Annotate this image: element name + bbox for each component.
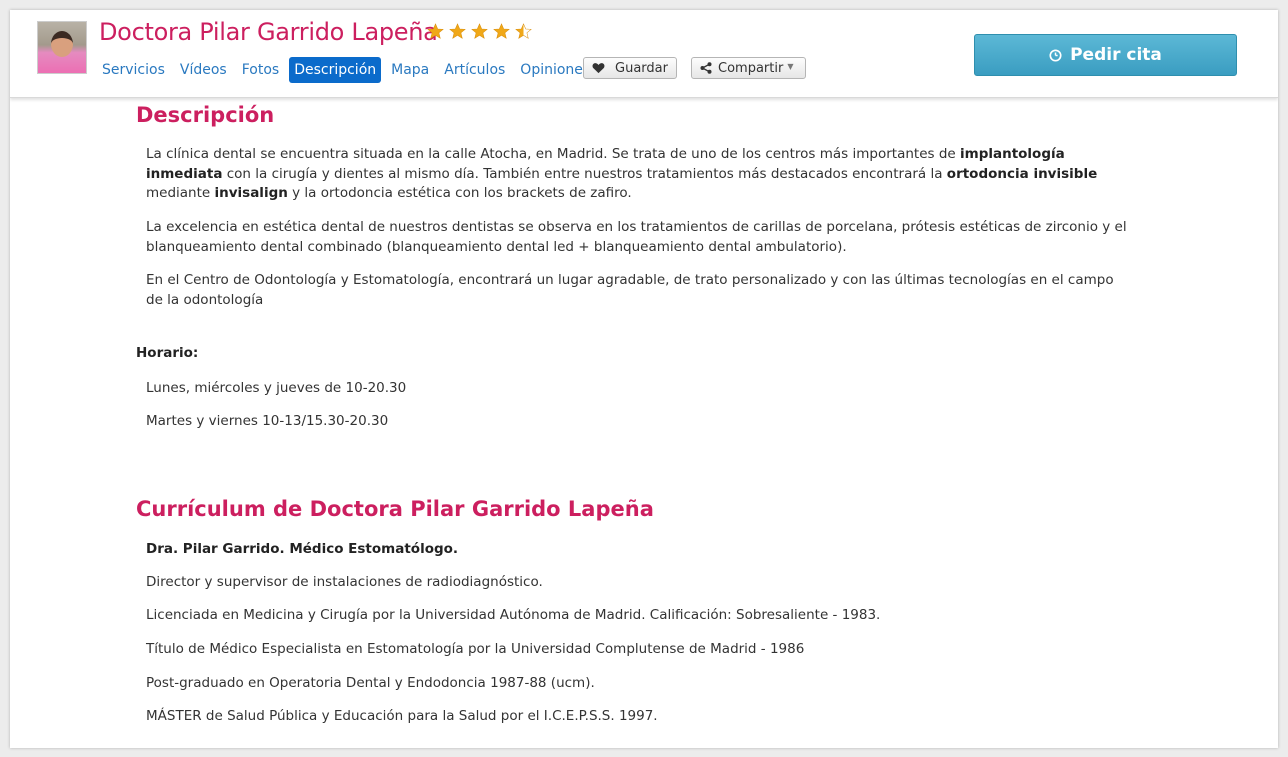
curriculum-title: Currículum de Doctora Pilar Garrido Lape… [136,497,654,521]
tab-mapa[interactable]: Mapa [386,57,434,83]
horario-line: Lunes, miércoles y jueves de 10-20.30 [146,380,407,396]
book-appointment-button[interactable]: Pedir cita [974,34,1237,76]
clock-icon [1049,48,1062,62]
horario-label: Horario: [136,345,199,361]
horario-line: Martes y viernes 10-13/15.30-20.30 [146,413,389,429]
text-segment: La clínica dental se encuentra situada e… [146,146,960,162]
star-icon [493,23,510,39]
curriculum-item: Director y supervisor de instalaciones d… [146,574,543,590]
share-label: Compartir [718,60,784,76]
tab-articulos[interactable]: Artículos [439,57,510,83]
descripcion-paragraph-3: En el Centro de Odontología y Estomatolo… [146,272,1114,308]
descripcion-title: Descripción [136,103,275,127]
star-half-icon [515,23,532,39]
curriculum-item: MÁSTER de Salud Pública y Educación para… [146,708,658,724]
star-icon [449,23,466,39]
profile-page: Doctora Pilar Garrido Lapeña Servicios V… [10,10,1278,748]
text-segment: mediante [146,185,215,201]
save-button[interactable]: Guardar [583,57,677,79]
curriculum-item: Post-graduado en Operatoria Dental y End… [146,675,595,691]
tab-descripcion[interactable]: Descripción [289,57,382,83]
tab-servicios[interactable]: Servicios [97,57,170,83]
text-segment: con la cirugía y dientes al mismo día. T… [222,165,947,182]
chevron-down-icon: ▼ [787,61,794,71]
profile-header: Doctora Pilar Garrido Lapeña Servicios V… [10,10,1278,98]
text-segment: y la ortodoncia estética con los bracket… [287,185,632,201]
profile-nav: Servicios Vídeos Fotos Descripción Mapa … [97,56,600,84]
curriculum-item: Título de Médico Especialista en Estomat… [146,641,805,657]
avatar-face [51,31,73,57]
highlight-ortodoncia: ortodoncia invisible [946,165,1098,182]
appointment-label: Pedir cita [1070,45,1162,65]
doctor-avatar [37,21,87,74]
curriculum-item: Licenciada en Medicina y Cirugía por la … [146,607,881,623]
share-icon [700,62,712,74]
star-icon [427,23,444,39]
heart-icon [592,63,605,74]
highlight-invisalign: invisalign [214,185,288,201]
save-label: Guardar [615,60,668,76]
doctor-name: Doctora Pilar Garrido Lapeña [99,18,438,46]
share-button[interactable]: Compartir ▼ [691,57,806,79]
star-icon [471,23,488,39]
curriculum-heading: Dra. Pilar Garrido. Médico Estomatólogo. [146,541,459,557]
descripcion-paragraph-2: La excelencia en estética dental de nues… [146,219,1127,255]
rating-stars [427,23,532,40]
tab-videos[interactable]: Vídeos [175,57,232,83]
descripcion-paragraph-1: La clínica dental se encuentra situada e… [146,145,1131,204]
tab-fotos[interactable]: Fotos [237,57,284,83]
